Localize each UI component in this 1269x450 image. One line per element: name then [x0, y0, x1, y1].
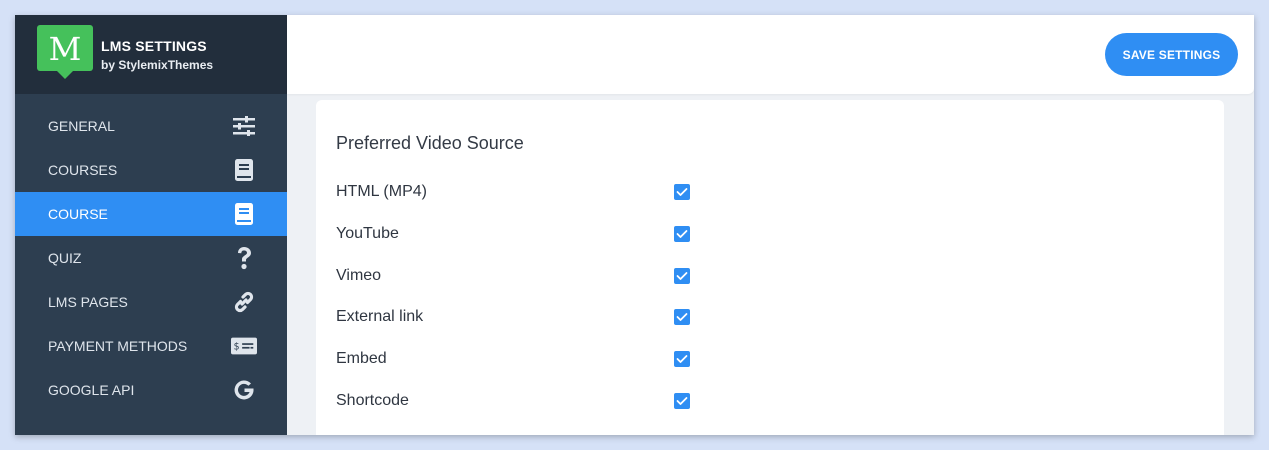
html-mp4-checkbox[interactable] — [674, 184, 690, 200]
save-settings-button[interactable]: SAVE SETTINGS — [1105, 33, 1238, 76]
option-label: YouTube — [336, 225, 399, 242]
sidebar-item-label: PAYMENT METHODS — [48, 338, 188, 354]
sidebar-item-label: COURSES — [48, 162, 118, 178]
vimeo-checkbox[interactable] — [674, 268, 690, 284]
link-icon — [231, 289, 257, 315]
option-label: External link — [336, 308, 424, 325]
option-row-external-link: External link — [336, 308, 696, 330]
youtube-checkbox[interactable] — [674, 226, 690, 242]
option-row-shortcode: Shortcode — [336, 392, 696, 414]
sidebar-menu: GENERAL COURSES COURSE QUIZ LMS PAGES PA… — [15, 104, 287, 412]
option-row-vimeo: Vimeo — [336, 267, 696, 289]
check-icon — [676, 397, 688, 405]
sidebar-item-label: GOOGLE API — [48, 382, 135, 398]
money-check-icon: $ — [231, 333, 257, 359]
shortcode-checkbox[interactable] — [674, 393, 690, 409]
lms-logo: M — [37, 25, 93, 80]
option-row-embed: Embed — [336, 350, 696, 372]
sidebar-item-general[interactable]: GENERAL — [15, 104, 287, 148]
settings-window: M LMS SETTINGS by StylemixThemes GENERAL — [15, 15, 1254, 435]
question-icon — [231, 245, 257, 271]
settings-card: Preferred Video Source HTML (MP4) YouTub… — [316, 100, 1224, 435]
option-row-youtube: YouTube — [336, 225, 696, 247]
sidebar-item-google-api[interactable]: GOOGLE API — [15, 368, 287, 412]
option-row-html: HTML (MP4) — [336, 183, 696, 205]
sidebar-item-quiz[interactable]: QUIZ — [15, 236, 287, 280]
option-label: Shortcode — [336, 392, 409, 409]
check-icon — [676, 188, 688, 196]
brand-header: M LMS SETTINGS by StylemixThemes — [15, 15, 287, 94]
sidebar-item-label: COURSE — [48, 206, 108, 222]
book-icon — [231, 157, 257, 183]
check-icon — [676, 230, 688, 238]
check-icon — [676, 313, 688, 321]
svg-text:M: M — [49, 30, 82, 68]
top-header: SAVE SETTINGS — [287, 15, 1254, 94]
check-icon — [676, 355, 688, 363]
google-icon — [231, 377, 257, 403]
brand-title: LMS SETTINGS — [101, 37, 207, 54]
sidebar-item-courses[interactable]: COURSES — [15, 148, 287, 192]
check-icon — [676, 272, 688, 280]
brand-subtitle: by StylemixThemes — [101, 57, 214, 72]
book-open-icon — [231, 201, 257, 227]
external-link-checkbox[interactable] — [674, 309, 690, 325]
embed-checkbox[interactable] — [674, 351, 690, 367]
svg-text:$: $ — [234, 342, 240, 353]
sidebar-item-lms-pages[interactable]: LMS PAGES — [15, 280, 287, 324]
sliders-icon — [231, 113, 257, 139]
section-title: Preferred Video Source — [336, 133, 524, 153]
sidebar-item-payment-methods[interactable]: PAYMENT METHODS $ — [15, 324, 287, 368]
sidebar-item-label: GENERAL — [48, 118, 115, 134]
sidebar: M LMS SETTINGS by StylemixThemes GENERAL — [15, 15, 287, 435]
sidebar-item-course[interactable]: COURSE — [15, 192, 287, 236]
option-label: HTML (MP4) — [336, 183, 427, 200]
option-label: Embed — [336, 350, 387, 367]
option-label: Vimeo — [336, 267, 382, 284]
sidebar-item-label: LMS PAGES — [48, 294, 128, 310]
sidebar-item-label: QUIZ — [48, 250, 82, 266]
